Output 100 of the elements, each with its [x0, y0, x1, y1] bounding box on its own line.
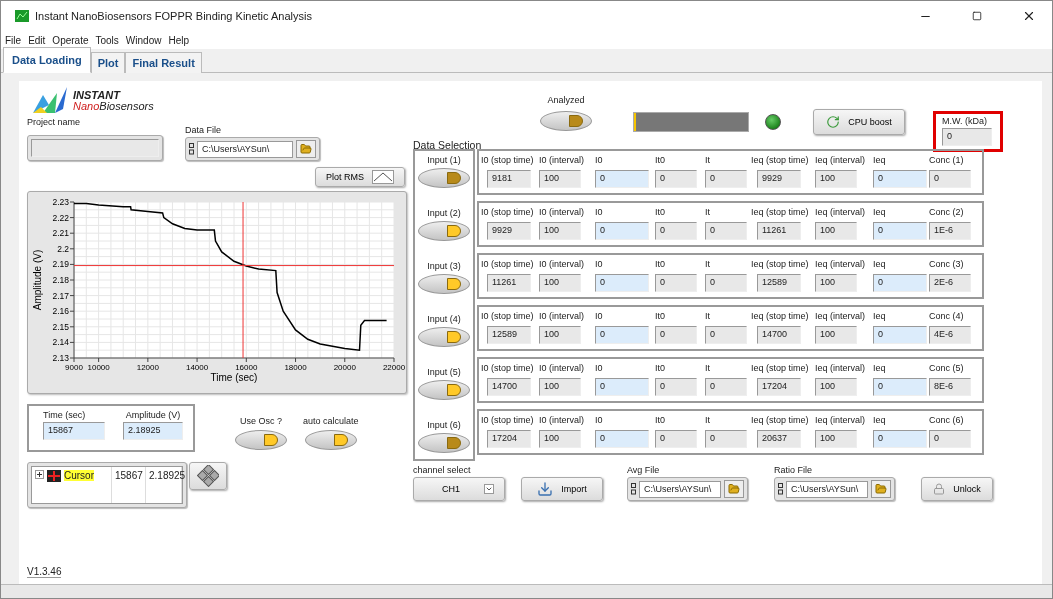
value-field[interactable]: 9929 — [757, 169, 801, 188]
value-field[interactable]: 100 — [815, 429, 857, 448]
value-field[interactable]: 100 — [815, 273, 857, 292]
value-field[interactable]: 1E-6 — [929, 221, 971, 240]
value-field[interactable]: 100 — [539, 377, 581, 396]
menu-item[interactable]: Help — [168, 34, 189, 46]
cursor-move-button[interactable] — [189, 462, 227, 490]
value-field[interactable]: 8E-6 — [929, 377, 971, 396]
value-field[interactable]: 12589 — [757, 273, 801, 292]
cursor-line[interactable] — [73, 265, 395, 267]
menu-item[interactable]: File — [5, 34, 22, 46]
import-button[interactable]: Import — [521, 477, 603, 501]
tick-label: 2.18 — [52, 275, 69, 285]
value-field[interactable]: 0 — [595, 273, 649, 292]
value-field[interactable]: 100 — [815, 325, 857, 344]
value-field[interactable]: 100 — [539, 429, 581, 448]
value-field[interactable]: 100 — [815, 377, 857, 396]
menu-item[interactable]: Window — [125, 34, 162, 46]
tick-label: 2.14 — [52, 337, 69, 348]
light-button[interactable] — [418, 380, 470, 400]
tick-label: 2.21 — [52, 228, 69, 239]
light-button[interactable] — [304, 430, 357, 450]
value-field[interactable]: 0 — [655, 169, 697, 188]
maximize-icon[interactable] — [972, 11, 982, 21]
value-field[interactable]: 14700 — [487, 377, 531, 396]
value-field[interactable]: 9929 — [487, 221, 531, 240]
value-field[interactable]: 100 — [539, 221, 581, 240]
value-field[interactable]: 0 — [655, 325, 697, 344]
mw-field[interactable]: 0 — [942, 128, 992, 146]
field-label: Ieq (interval) — [815, 155, 867, 167]
value-field[interactable]: 0 — [873, 169, 927, 188]
value-field[interactable]: 100 — [539, 169, 581, 188]
folder-icon[interactable] — [296, 140, 316, 158]
value-field[interactable]: 0 — [873, 429, 927, 448]
value-field[interactable]: 0 — [655, 377, 697, 396]
switch-label: Analyzed — [547, 95, 585, 105]
value-field[interactable]: 100 — [539, 273, 581, 292]
menu-item[interactable]: Operate — [52, 34, 89, 46]
value-field[interactable]: 0 — [705, 169, 747, 188]
project-name-field[interactable] — [31, 139, 159, 157]
value-field[interactable]: 17204 — [487, 429, 531, 448]
value-field[interactable]: 0 — [705, 377, 747, 396]
ratio-file-field[interactable]: C:\Users\AYSun\ — [774, 477, 895, 501]
value-field[interactable]: 0 — [595, 169, 649, 188]
value-field[interactable]: 12589 — [487, 325, 531, 344]
data-file-field[interactable]: C:\Users\AYSun\ — [185, 137, 320, 161]
value-field[interactable]: 0 — [595, 377, 649, 396]
plot-rms-button[interactable]: Plot RMS — [315, 167, 405, 187]
horizontal-scrollbar[interactable] — [1, 584, 1052, 598]
tab[interactable]: Final Result — [125, 52, 202, 73]
folder-icon[interactable] — [724, 480, 744, 498]
tab[interactable]: Data Loading — [3, 47, 91, 73]
value-field[interactable]: 0 — [873, 273, 927, 292]
value-field[interactable]: 0 — [595, 221, 649, 240]
value-field[interactable]: 0 — [705, 221, 747, 240]
amplitude-field[interactable]: 2.18925 — [123, 422, 183, 440]
light-button[interactable] — [418, 433, 470, 453]
value-field[interactable]: 0 — [655, 273, 697, 292]
value-field[interactable]: 0 — [655, 221, 697, 240]
menu-item[interactable]: Edit — [28, 34, 46, 46]
time-field[interactable]: 15867 — [43, 422, 105, 440]
value-field[interactable]: 0 — [873, 325, 927, 344]
value-field[interactable]: 0 — [595, 325, 649, 344]
value-field[interactable]: 0 — [595, 429, 649, 448]
value-field[interactable]: 0 — [705, 429, 747, 448]
value-field[interactable]: 17204 — [757, 377, 801, 396]
value-field[interactable]: 100 — [539, 325, 581, 344]
unlock-button[interactable]: Unlock — [921, 477, 993, 501]
value-field[interactable]: 100 — [815, 221, 857, 240]
avg-file-field[interactable]: C:\Users\AYSun\ — [627, 477, 748, 501]
value-field[interactable]: 2E-6 — [929, 273, 971, 292]
value-field[interactable]: 0 — [929, 169, 971, 188]
field-label: Ieq (interval) — [815, 363, 867, 375]
light-button[interactable] — [235, 430, 287, 450]
menu-item[interactable]: Tools — [95, 34, 119, 46]
value-field[interactable]: 100 — [815, 169, 857, 188]
value-field[interactable]: 0 — [873, 377, 927, 396]
expand-icon[interactable] — [35, 470, 44, 479]
value-field[interactable]: 0 — [929, 429, 971, 448]
folder-icon[interactable] — [871, 480, 891, 498]
channel-dropdown[interactable]: CH1 — [413, 477, 505, 501]
light-button[interactable] — [540, 111, 592, 131]
cpu-boost-button[interactable]: CPU boost — [813, 109, 905, 135]
value-field[interactable]: 14700 — [757, 325, 801, 344]
light-button[interactable] — [418, 274, 470, 294]
tab[interactable]: Plot — [90, 52, 126, 73]
close-icon[interactable] — [1022, 9, 1036, 23]
light-button[interactable] — [418, 327, 470, 347]
value-field[interactable]: 20637 — [757, 429, 801, 448]
value-field[interactable]: 0 — [655, 429, 697, 448]
value-field[interactable]: 11261 — [487, 273, 531, 292]
value-field[interactable]: 0 — [873, 221, 927, 240]
value-field[interactable]: 0 — [705, 273, 747, 292]
light-button[interactable] — [418, 221, 470, 241]
light-button[interactable] — [418, 168, 470, 188]
tick-label: 2.15 — [52, 321, 69, 332]
value-field[interactable]: 4E-6 — [929, 325, 971, 344]
value-field[interactable]: 0 — [705, 325, 747, 344]
value-field[interactable]: 11261 — [757, 221, 801, 240]
value-field[interactable]: 9181 — [487, 169, 531, 188]
